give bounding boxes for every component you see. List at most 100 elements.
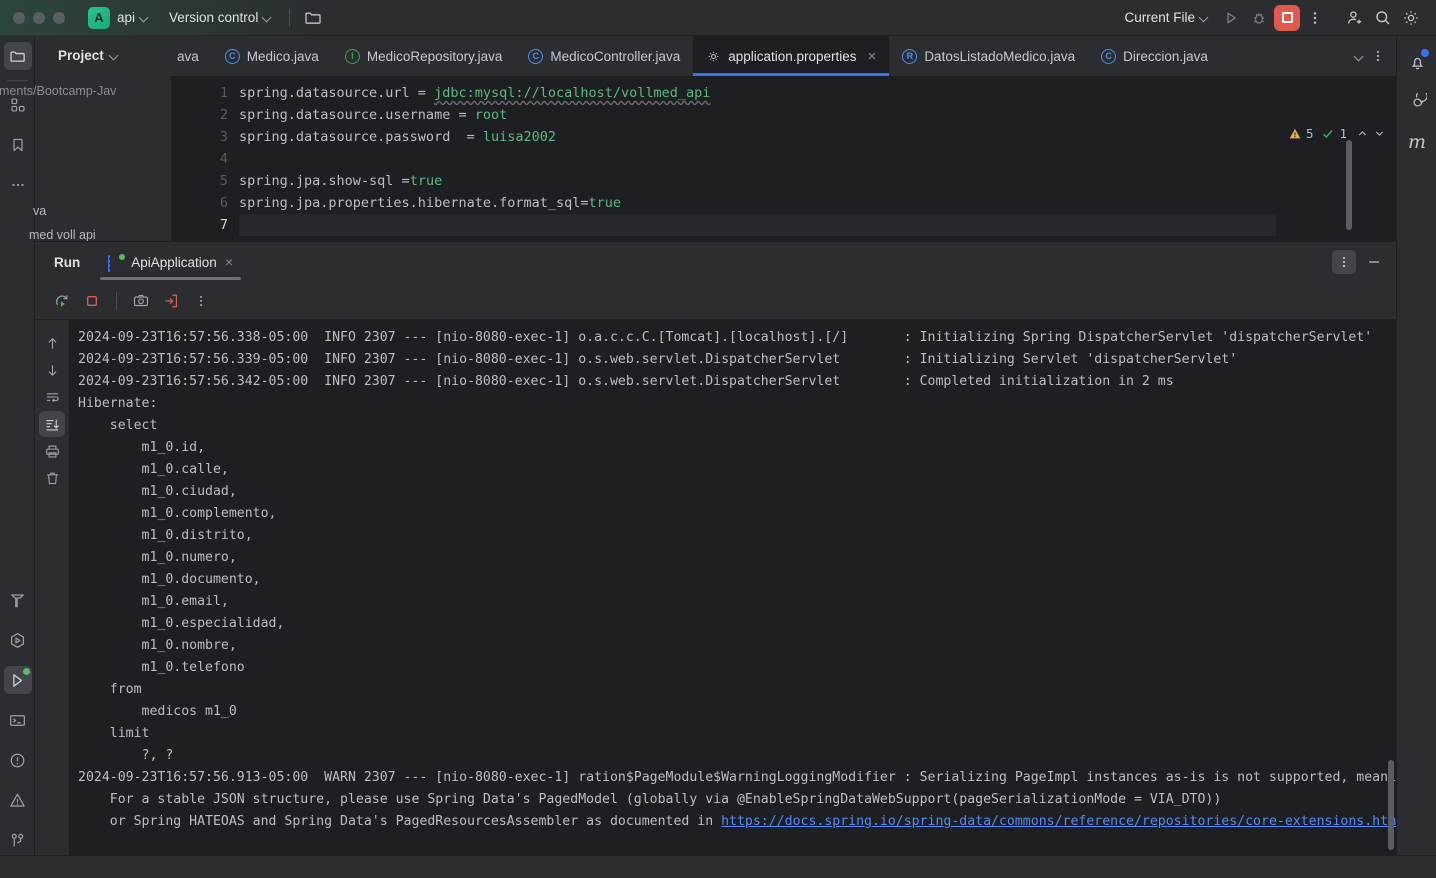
code-key: spring.jpa.show-sql = [239, 173, 410, 189]
properties-icon [708, 51, 719, 61]
version-control-menu[interactable]: Version control [162, 6, 279, 29]
chevron-down-icon[interactable] [1373, 127, 1386, 140]
sidebar-item-ai-assistant[interactable] [1397, 82, 1436, 122]
inspection-widget[interactable]: 5 1 [1288, 126, 1386, 141]
add-user-icon[interactable] [1342, 5, 1368, 31]
console-line: m1_0.telefono [78, 660, 245, 675]
stop-button[interactable] [1274, 4, 1300, 31]
editor-tab-medicorepository[interactable]: I MedicoRepository.java [332, 36, 516, 76]
rerun-icon [56, 294, 68, 307]
soft-wrap-button[interactable] [39, 384, 65, 410]
console-line: Hibernate: [78, 396, 166, 411]
console-line: m1_0.email, [78, 594, 229, 609]
right-tool-rail: m [1396, 36, 1436, 878]
console-line: m1_0.id, [78, 440, 206, 455]
build-icon [11, 593, 24, 607]
console-line: 2024-09-23T16:57:56.339-05:00 INFO 2307 … [78, 352, 1238, 367]
run-tab-label: ApiApplication [131, 254, 217, 270]
window-controls[interactable] [13, 11, 65, 24]
docs-link[interactable]: https://docs.spring.io/spring-data/commo… [721, 814, 1396, 829]
run-configuration-selector[interactable]: Current File [1117, 6, 1216, 29]
clear-all-button[interactable] [39, 465, 65, 491]
minimize-window-button[interactable] [33, 11, 45, 24]
debug-icon[interactable] [1246, 5, 1272, 31]
editor-vertical-scrollbar[interactable] [1346, 140, 1352, 230]
sidebar-item-services[interactable] [0, 620, 35, 660]
screenshot-icon [133, 294, 149, 306]
sidebar-item-run[interactable] [0, 660, 35, 700]
code-lines[interactable]: spring.datasource.url = jdbc:mysql://loc… [239, 76, 1396, 241]
screenshot-button[interactable] [128, 288, 154, 314]
sidebar-item-notifications[interactable] [1397, 42, 1436, 82]
terminal-icon [10, 714, 25, 726]
editor-area: ava C Medico.java I MedicoRepository.jav… [171, 36, 1396, 281]
editor-tab-partial[interactable]: ava [171, 36, 212, 76]
sidebar-item-terminal[interactable] [0, 700, 35, 740]
editor-tab-application-properties[interactable]: application.properties × [693, 36, 890, 76]
maximize-window-button[interactable] [53, 11, 65, 24]
console-vertical-scrollbar[interactable] [1388, 760, 1394, 850]
stop-button[interactable] [79, 288, 105, 314]
editor-tab-medicocontroller[interactable]: C MedicoController.java [515, 36, 693, 76]
console-line: m1_0.documento, [78, 572, 261, 587]
more-vertical-icon [199, 295, 203, 306]
code-editor[interactable]: 1 2 3 4 5 6 7 spring.datasource.url = jd… [171, 76, 1396, 281]
inspection-warning-count: 5 [1305, 126, 1314, 141]
editor-tab-label: DatosListadoMedico.java [924, 48, 1076, 64]
chevron-down-icon[interactable] [1355, 52, 1364, 61]
gear-icon[interactable] [1398, 5, 1424, 31]
scroll-up-button[interactable] [39, 330, 65, 356]
sidebar-item-problems[interactable] [0, 740, 35, 780]
sidebar-item-project[interactable] [0, 36, 35, 76]
scroll-to-end-icon [46, 419, 59, 430]
run-icon[interactable] [1218, 5, 1244, 31]
rerun-button[interactable] [49, 288, 75, 314]
close-icon[interactable]: × [868, 48, 877, 65]
editor-tab-direccion[interactable]: C Direccion.java [1088, 36, 1221, 76]
run-tab-apiapplication[interactable]: ApiApplication × [96, 242, 245, 282]
sidebar-item-more[interactable] [0, 165, 35, 205]
line-number: 5 [219, 173, 228, 189]
sidebar-item-warnings[interactable] [0, 780, 35, 820]
console-line: ?, ? [78, 748, 174, 763]
sidebar-item-git[interactable] [0, 820, 35, 860]
close-window-button[interactable] [13, 11, 25, 24]
sidebar-item-bookmarks[interactable] [0, 125, 35, 165]
chevron-up-icon[interactable] [1356, 127, 1369, 140]
project-file-fragment-1[interactable]: va [33, 204, 46, 218]
code-line-7 [239, 214, 1396, 236]
console-line: m1_0.especialidad, [78, 616, 285, 631]
editor-tab-medico[interactable]: C Medico.java [212, 36, 332, 76]
project-panel-header[interactable]: Project [35, 36, 171, 74]
export-button[interactable] [158, 288, 184, 314]
editor-tab-datoslistadomedico[interactable]: R DatosListadoMedico.java [889, 36, 1088, 76]
run-window-title: Run [54, 254, 81, 270]
scroll-up-icon [48, 337, 56, 349]
editor-tab-label: MedicoController.java [550, 48, 681, 64]
sidebar-item-maven[interactable]: m [1397, 122, 1436, 162]
project-file-fragment-2[interactable]: med voll api [29, 228, 96, 242]
project-icon [10, 50, 25, 62]
close-icon[interactable]: × [225, 254, 233, 270]
more-vertical-icon[interactable] [1370, 48, 1386, 64]
console-output[interactable]: 2024-09-23T16:57:56.338-05:00 INFO 2307 … [70, 320, 1396, 856]
line-number-gutter: 1 2 3 4 5 6 7 [171, 76, 239, 241]
scroll-down-button[interactable] [39, 357, 65, 383]
project-selector[interactable]: api [110, 6, 156, 29]
stop-icon [1281, 12, 1293, 23]
titlebar-right-group: Current File [1117, 4, 1436, 31]
scroll-to-end-button[interactable] [39, 411, 65, 437]
chevron-down-icon [110, 51, 119, 60]
chevron-down-icon [263, 13, 272, 22]
more-vertical-icon[interactable] [1302, 5, 1328, 31]
code-line-5: spring.jpa.show-sql =true [239, 170, 1396, 192]
run-options-button[interactable] [1332, 250, 1356, 274]
sidebar-item-build[interactable] [0, 580, 35, 620]
run-toolbar-more-button[interactable] [188, 288, 214, 314]
minimize-icon[interactable] [1366, 254, 1382, 270]
print-button[interactable] [39, 438, 65, 464]
folder-icon[interactable] [300, 5, 326, 31]
search-icon[interactable] [1370, 5, 1396, 31]
code-value: true [588, 195, 622, 211]
